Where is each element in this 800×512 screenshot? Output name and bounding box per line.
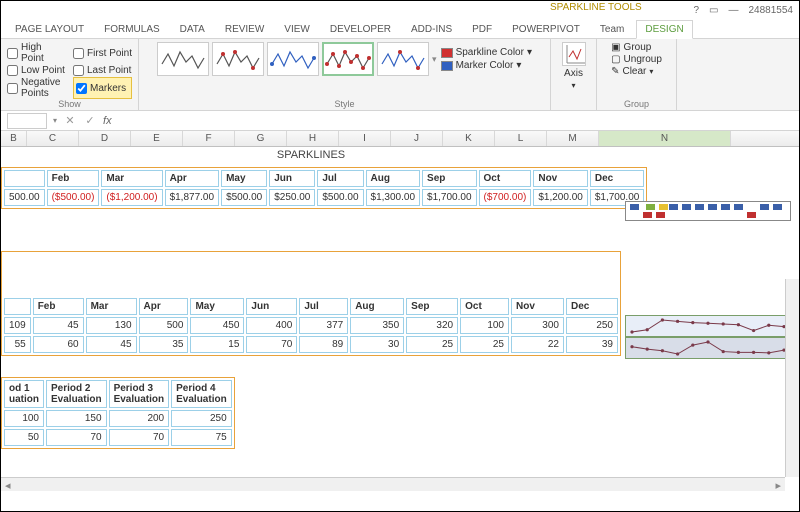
chk-low-point[interactable]: Low Point bbox=[7, 65, 65, 76]
formula-bar: ▾ ✕ ✓ fx bbox=[1, 111, 799, 131]
ribbon-group-axis: Axis▾ bbox=[551, 39, 597, 110]
cancel-icon[interactable]: ✕ bbox=[63, 114, 77, 127]
tab-addins[interactable]: ADD-INS bbox=[403, 21, 460, 38]
group-label-show: Show bbox=[7, 99, 132, 109]
style-item-2[interactable] bbox=[212, 42, 264, 76]
chk-markers[interactable]: Markers bbox=[73, 77, 132, 99]
ribbon-group-show: High Point First Point Low Point Last Po… bbox=[1, 39, 139, 110]
col-header-N[interactable]: N bbox=[599, 131, 731, 146]
tab-pdf[interactable]: PDF bbox=[464, 21, 500, 38]
clear-button[interactable]: ✎Clear▾ bbox=[611, 66, 662, 77]
style-item-1[interactable] bbox=[157, 42, 209, 76]
chk-high-point[interactable]: High Point bbox=[7, 42, 65, 64]
sparkline-line-2[interactable] bbox=[625, 337, 791, 359]
scrollbar-vertical[interactable] bbox=[785, 279, 799, 477]
help-icon[interactable]: ? bbox=[693, 5, 699, 16]
col-header-H[interactable]: H bbox=[287, 131, 339, 146]
col-header-G[interactable]: G bbox=[235, 131, 287, 146]
chk-last-point[interactable]: Last Point bbox=[73, 65, 132, 76]
col-header-C[interactable]: C bbox=[27, 131, 79, 146]
fx-label[interactable]: fx bbox=[103, 115, 112, 127]
contextual-tab-label: SPARKLINE TOOLS bbox=[550, 0, 642, 18]
column-headers: BCDEFGHIJKLMN bbox=[1, 131, 799, 147]
table-currency: FebMarAprMayJunJulAugSepOctNovDec 500.00… bbox=[1, 167, 647, 209]
clear-icon: ✎ bbox=[611, 66, 619, 77]
tab-data[interactable]: DATA bbox=[172, 21, 213, 38]
col-header-I[interactable]: I bbox=[339, 131, 391, 146]
axis-button[interactable]: Axis▾ bbox=[562, 42, 586, 90]
chk-negative-points[interactable]: Negative Points bbox=[7, 77, 65, 99]
ribbon: High Point First Point Low Point Last Po… bbox=[1, 39, 799, 111]
scrollbar-horizontal[interactable]: ◂▸ bbox=[1, 477, 785, 491]
group-label-style: Style bbox=[145, 99, 544, 109]
dropdown-icon: ▾ bbox=[516, 60, 521, 71]
ungroup-icon: ▢ bbox=[611, 54, 620, 65]
style-gallery[interactable]: ▾ bbox=[157, 42, 437, 76]
title-bar: SPARKLINE TOOLS ? ▭ — 24881554 bbox=[1, 1, 799, 19]
col-header-M[interactable]: M bbox=[547, 131, 599, 146]
group-icon: ▣ bbox=[611, 42, 620, 53]
col-header-F[interactable]: F bbox=[183, 131, 235, 146]
tab-team[interactable]: Team bbox=[592, 21, 632, 38]
tab-developer[interactable]: DEVELOPER bbox=[322, 21, 399, 38]
name-box[interactable] bbox=[7, 113, 47, 129]
col-header-K[interactable]: K bbox=[443, 131, 495, 146]
style-item-3[interactable] bbox=[267, 42, 319, 76]
table-counts: FebMarAprMayJunJulAugSepOctNovDec 109451… bbox=[1, 251, 621, 356]
tab-review[interactable]: REVIEW bbox=[217, 21, 272, 38]
col-header-D[interactable]: D bbox=[79, 131, 131, 146]
style-item-4-selected[interactable] bbox=[322, 42, 374, 76]
worksheet[interactable]: SPARKLINES FebMarAprMayJunJulAugSepOctNo… bbox=[1, 147, 799, 491]
tab-design[interactable]: DESIGN bbox=[636, 20, 692, 39]
enter-icon[interactable]: ✓ bbox=[83, 114, 97, 127]
col-header-E[interactable]: E bbox=[131, 131, 183, 146]
ungroup-button[interactable]: ▢Ungroup bbox=[611, 54, 662, 65]
sparkline-winloss[interactable] bbox=[625, 201, 791, 221]
dropdown-icon: ▾ bbox=[527, 47, 532, 58]
col-header-J[interactable]: J bbox=[391, 131, 443, 146]
ribbon-options-icon[interactable]: ▭ bbox=[709, 5, 718, 16]
tab-powerpivot[interactable]: POWERPIVOT bbox=[504, 21, 588, 38]
table-periods: od 1 uationPeriod 2 EvaluationPeriod 3 E… bbox=[1, 377, 235, 449]
minimize-icon[interactable]: — bbox=[729, 5, 739, 16]
tab-view[interactable]: VIEW bbox=[276, 21, 318, 38]
ribbon-tabs: PAGE LAYOUT FORMULAS DATA REVIEW VIEW DE… bbox=[1, 19, 799, 39]
doc-id: 24881554 bbox=[749, 5, 794, 16]
group-button[interactable]: ▣Group bbox=[611, 42, 662, 53]
col-header-B[interactable]: B bbox=[1, 131, 27, 146]
axis-icon bbox=[562, 42, 586, 66]
tab-formulas[interactable]: FORMULAS bbox=[96, 21, 168, 38]
ribbon-group-style: ▾ Sparkline Color▾ Marker Color▾ Style bbox=[139, 39, 551, 110]
tab-page-layout[interactable]: PAGE LAYOUT bbox=[7, 21, 92, 38]
style-item-5[interactable] bbox=[377, 42, 429, 76]
ribbon-group-group: ▣Group ▢Ungroup ✎Clear▾ Group bbox=[597, 39, 677, 110]
gallery-more-icon[interactable]: ▾ bbox=[432, 54, 437, 65]
col-header-L[interactable]: L bbox=[495, 131, 547, 146]
sparkline-color-button[interactable]: Sparkline Color▾ bbox=[441, 47, 532, 58]
marker-color-button[interactable]: Marker Color▾ bbox=[441, 60, 532, 71]
sparkline-line-1[interactable] bbox=[625, 315, 791, 337]
group-label-group: Group bbox=[603, 99, 670, 109]
chk-first-point[interactable]: First Point bbox=[73, 42, 132, 64]
sheet-title: SPARKLINES bbox=[1, 149, 621, 161]
